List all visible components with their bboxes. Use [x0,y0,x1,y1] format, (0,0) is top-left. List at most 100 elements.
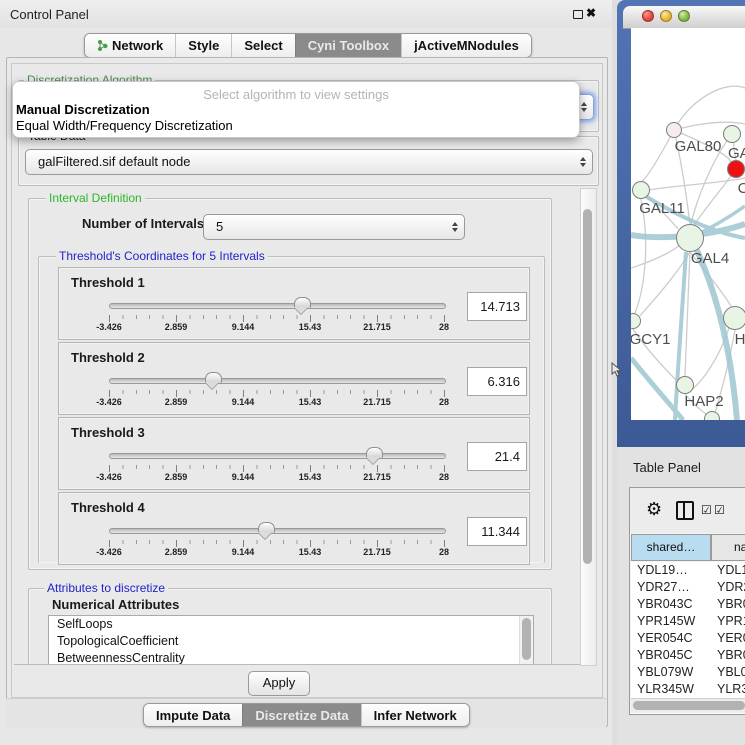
table-horizontal-scrollbar[interactable] [631,698,745,713]
settings-scrollbar-thumb[interactable] [583,209,592,564]
zoom-traffic-light[interactable] [678,10,690,22]
network-node[interactable] [632,181,650,199]
table-row[interactable]: YPR145WYPR1 [631,613,745,630]
network-node[interactable] [727,160,745,178]
table-hscrollbar-thumb[interactable] [633,701,745,710]
float-window-icon[interactable] [573,10,583,19]
slider-handle[interactable] [294,297,311,308]
network-node[interactable] [704,411,720,420]
algorithm-option-manual[interactable]: Manual Discretization [16,102,150,117]
table-row[interactable]: YBL079WYBL0 [631,664,745,681]
column-header-shared-name[interactable]: shared… [631,534,711,561]
threshold-3-slider[interactable] [109,446,444,464]
thresholds-group-title: Threshold's Coordinates for 5 Intervals [56,249,268,263]
threshold-1-value-field[interactable]: 14.713 [467,292,527,321]
cell-name: YPR1 [711,613,745,630]
slider-tick-label: 28 [439,547,449,557]
slider-track[interactable] [109,453,446,459]
algorithm-option-equal-width[interactable]: Equal Width/Frequency Discretization [16,118,233,133]
tab-impute-data[interactable]: Impute Data [144,704,242,726]
table-data-combobox[interactable]: galFiltered.sif default node [25,149,593,175]
numerical-attributes-list[interactable]: SelfLoopsTopologicalCoefficientBetweenne… [48,615,534,665]
node-label: GCY1 [631,331,670,348]
attribute-list-item[interactable]: TopologicalCoefficient [49,633,533,650]
attribute-list-item[interactable]: SelfLoops [49,616,533,633]
settings-vertical-scrollbar[interactable] [580,188,597,666]
column-layout-icon[interactable] [676,501,694,520]
network-node[interactable] [666,122,682,138]
tab-cyni-toolbox[interactable]: Cyni Toolbox [295,34,401,57]
node-label: C [738,180,745,197]
attribute-list-item[interactable]: BetweennessCentrality [49,650,533,665]
slider-scale: -3.4262.8599.14415.4321.71528 [109,540,444,560]
minimize-traffic-light[interactable] [660,10,672,22]
slider-major-tick [243,315,244,322]
slider-major-tick [377,465,378,472]
apply-button[interactable]: Apply [248,671,310,696]
table-panel-title: Table Panel [633,460,701,475]
network-node[interactable] [723,125,741,143]
tab-style[interactable]: Style [175,34,231,57]
tab-network-label: Network [112,38,163,53]
cell-name: YER0 [711,630,745,647]
slider-track[interactable] [109,303,446,309]
tab-jactivemnodules[interactable]: jActiveMNodules [401,34,531,57]
table-row[interactable]: YER054CYER0 [631,630,745,647]
network-canvas[interactable]: GAL80GALCGAL11GAL4GCY1HHAP2 [631,28,745,420]
slider-tick-label: 21.715 [363,472,391,482]
gear-icon[interactable]: ⚙ [646,499,662,520]
select-none-checkbox-icon[interactable]: ☑ [714,503,725,517]
slider-major-tick [109,390,110,397]
slider-minor-ticks [109,465,444,469]
threshold-2-value-field[interactable]: 6.316 [467,367,527,396]
number-of-intervals-combobox[interactable]: 5 [203,214,465,240]
threshold-4-value-field[interactable]: 11.344 [467,517,527,546]
table-row[interactable]: YBR043CYBR0 [631,596,745,613]
threshold-1-panel: Threshold 1 -3.4262.8599.14415.4321.7152… [58,267,530,340]
table-panel: Table Panel ⚙ ☑ ☑ shared… na YDL19…YDL1Y… [617,447,745,745]
column-header-name[interactable]: na [711,534,745,561]
list-scrollbar-thumb[interactable] [522,618,531,660]
threshold-3-value-field[interactable]: 21.4 [467,442,527,471]
network-node[interactable] [723,306,745,330]
slider-major-tick [310,315,311,322]
slider-scale: -3.4262.8599.14415.4321.71528 [109,390,444,410]
tab-infer-network[interactable]: Infer Network [361,704,469,726]
slider-scale: -3.4262.8599.14415.4321.71528 [109,465,444,485]
table-row[interactable]: YDL19…YDL1 [631,562,745,579]
threshold-1-slider[interactable] [109,296,444,314]
slider-handle[interactable] [258,522,275,533]
app-root: Control Panel ✖ Network Style Select Cyn… [0,0,745,745]
slider-tick-label: 28 [439,322,449,332]
slider-major-tick [176,465,177,472]
cell-name: YBR0 [711,647,745,664]
slider-tick-label: 2.859 [165,397,188,407]
slider-minor-ticks [109,315,444,319]
threshold-2-slider[interactable] [109,371,444,389]
table-rows: YDL19…YDL1YDR27…YDR2YBR043CYBR0YPR145WYP… [631,562,745,714]
slider-handle[interactable] [366,447,383,458]
list-scrollbar[interactable] [519,616,533,665]
threshold-1-label: Threshold 1 [71,275,145,290]
table-row[interactable]: YLR345WYLR3 [631,681,745,698]
network-node[interactable] [676,376,694,394]
slider-track[interactable] [109,528,446,534]
table-row[interactable]: YBR045CYBR0 [631,647,745,664]
tab-select[interactable]: Select [231,34,294,57]
tab-network[interactable]: Network [85,34,175,57]
select-all-checkbox-icon[interactable]: ☑ [701,503,712,517]
tab-discretize-data[interactable]: Discretize Data [242,704,360,726]
cell-name: YBR0 [711,596,745,613]
table-header-row: shared… na [631,534,745,561]
slider-major-tick [176,540,177,547]
slider-major-tick [176,390,177,397]
close-traffic-light[interactable] [642,10,654,22]
slider-tick-label: 2.859 [165,322,188,332]
network-window-titlebar[interactable] [623,6,745,29]
slider-handle[interactable] [205,372,222,383]
threshold-4-slider[interactable] [109,521,444,539]
table-row[interactable]: YDR27…YDR2 [631,579,745,596]
network-node[interactable] [676,224,704,252]
close-icon[interactable]: ✖ [586,6,596,20]
slider-track[interactable] [109,378,446,384]
